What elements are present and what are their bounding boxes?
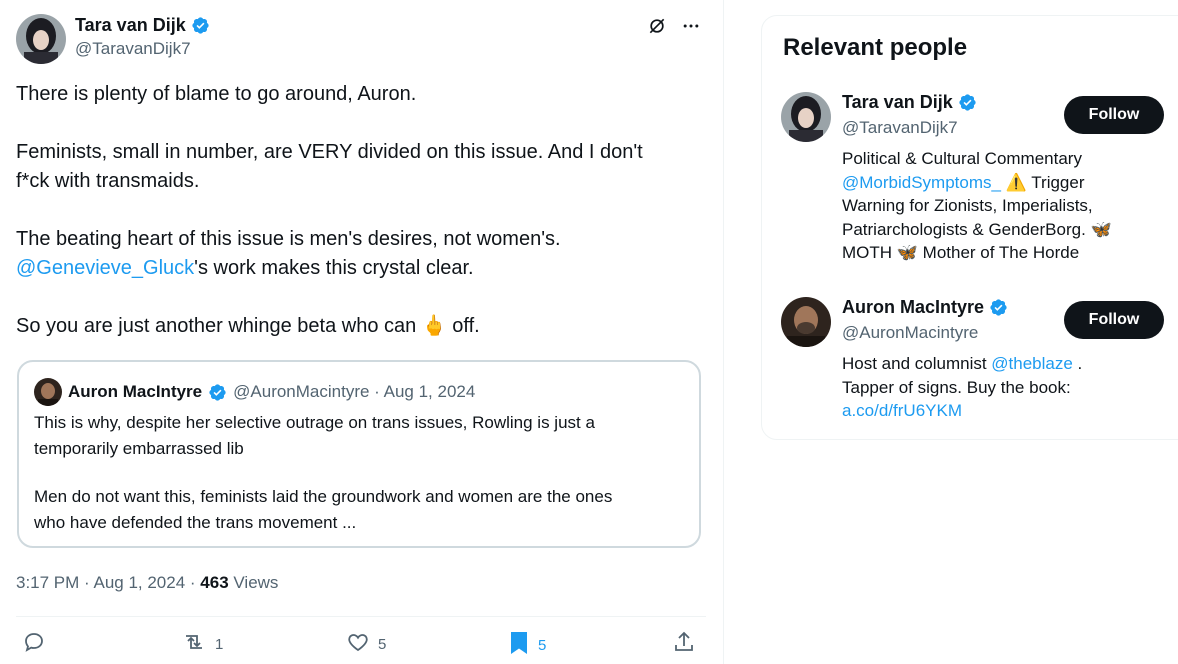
action-bar: 1 5 5 <box>22 630 702 658</box>
bio-line: Patriarchologists & GenderBorg. 🦋 <box>842 219 1112 239</box>
like-count: 5 <box>378 635 387 653</box>
person-bio: Host and columnist @theblaze . Tapper of… <box>842 352 1147 423</box>
retweet-button[interactable]: 1 <box>181 630 223 658</box>
person-bio: Political & Cultural Commentary @MorbidS… <box>842 147 1147 265</box>
views-count: 463 <box>200 573 229 592</box>
reply-icon <box>22 630 46 658</box>
share-button[interactable] <box>672 630 696 658</box>
like-button[interactable]: 5 <box>346 630 386 658</box>
tweet-line-a: So you are just another whinge beta who … <box>16 315 417 337</box>
bio-line: Political & Cultural Commentary <box>842 149 1082 168</box>
person-avatar[interactable] <box>781 297 831 347</box>
tweet-line: The beating heart of this issue is men's… <box>16 228 561 250</box>
verified-badge-icon <box>191 16 210 35</box>
quoted-author-avatar <box>34 378 62 406</box>
like-icon <box>346 630 370 658</box>
relevant-people-panel: Relevant people Tara van Dijk @TaravanDi… <box>761 15 1178 440</box>
bio-link[interactable]: a.co/d/frU6YKM <box>842 399 1147 423</box>
bio-line-b: . <box>1072 354 1083 373</box>
person-name-row[interactable]: Auron MacIntyre <box>842 297 1008 318</box>
tweet-line: Feminists, small in number, are VERY div… <box>16 141 643 163</box>
verified-badge-icon <box>208 383 227 402</box>
bookmark-count: 5 <box>538 636 547 654</box>
bio-line: Warning for Zionists, Imperialists, <box>842 196 1093 215</box>
person-name-row[interactable]: Tara van Dijk <box>842 92 977 113</box>
share-icon <box>672 630 696 658</box>
quoted-tweet[interactable]: Auron MacIntyre @AuronMacintyre · Aug 1,… <box>17 360 701 548</box>
bookmark-icon <box>508 630 530 660</box>
bio-line-rest: ⚠️ Trigger <box>1000 172 1085 192</box>
retweet-icon <box>181 630 207 658</box>
bookmark-button[interactable]: 5 <box>508 630 546 660</box>
person-name[interactable]: Auron MacIntyre <box>842 297 984 318</box>
quote-line: temporarily embarrassed lib <box>34 439 244 458</box>
tweet-meta: 3:17 PM · Aug 1, 2024 · 463 Views <box>16 573 278 593</box>
reply-button[interactable] <box>22 630 54 658</box>
retweet-count: 1 <box>215 635 224 653</box>
person-name[interactable]: Tara van Dijk <box>842 92 953 113</box>
more-icon[interactable] <box>680 15 702 37</box>
person-avatar[interactable] <box>781 92 831 142</box>
author-avatar[interactable] <box>16 14 66 64</box>
quote-line: Men do not want this, feminists laid the… <box>34 487 613 506</box>
bio-line: Tapper of signs. Buy the book: <box>842 377 1071 397</box>
tweet-line-b: off. <box>452 315 480 337</box>
tweet-text: There is plenty of blame to go around, A… <box>16 80 706 341</box>
author-handle[interactable]: @TaravanDijk7 <box>75 39 191 59</box>
mention-link[interactable]: @Genevieve_Gluck <box>16 257 194 279</box>
verified-badge-icon <box>989 298 1008 317</box>
quoted-tweet-text: This is why, despite her selective outra… <box>34 410 684 536</box>
quote-line: who have defended the trans movement ... <box>34 513 357 532</box>
emoji: 🖕 <box>421 315 447 337</box>
divider <box>16 616 706 617</box>
tweet-line: So you are just another whinge beta who … <box>16 312 706 341</box>
bio-mention-link[interactable]: @MorbidSymptoms_ <box>842 173 1001 192</box>
timestamp[interactable]: 3:17 PM · Aug 1, 2024 · <box>16 573 200 592</box>
follow-button[interactable]: Follow <box>1064 96 1164 134</box>
quoted-author-name: Auron MacIntyre <box>68 382 203 401</box>
views-label: Views <box>233 573 279 592</box>
quoted-tweet-header: Auron MacIntyre @AuronMacintyre · Aug 1,… <box>34 378 475 406</box>
verified-badge-icon <box>958 93 977 112</box>
bio-line: @MorbidSymptoms_ ⚠️ Trigger <box>842 171 1147 195</box>
tweet-line: f*ck with transmaids. <box>16 170 200 192</box>
quoted-tweet-meta: @AuronMacintyre · Aug 1, 2024 <box>233 382 476 401</box>
person-handle[interactable]: @TaravanDijk7 <box>842 118 958 138</box>
bio-line-a: Host and columnist <box>842 354 992 373</box>
tweet-detail: Tara van Dijk @TaravanDijk7 There is ple… <box>0 0 724 664</box>
follow-button[interactable]: Follow <box>1064 301 1164 339</box>
bio-mention-link[interactable]: @theblaze <box>991 354 1073 373</box>
panel-title: Relevant people <box>783 34 968 61</box>
bio-line: Host and columnist @theblaze . <box>842 352 1147 376</box>
author-name[interactable]: Tara van Dijk <box>75 15 186 36</box>
person-handle[interactable]: @AuronMacintyre <box>842 323 978 343</box>
tweet-line: @Genevieve_Gluck's work makes this cryst… <box>16 254 706 283</box>
grok-icon[interactable] <box>646 15 668 37</box>
tweet-line-rest: 's work makes this crystal clear. <box>194 257 474 279</box>
bio-line: MOTH 🦋 Mother of The Horde <box>842 243 1080 262</box>
author-name-row[interactable]: Tara van Dijk <box>75 15 210 36</box>
quote-line: This is why, despite her selective outra… <box>34 413 595 432</box>
tweet-line: There is plenty of blame to go around, A… <box>16 83 417 105</box>
